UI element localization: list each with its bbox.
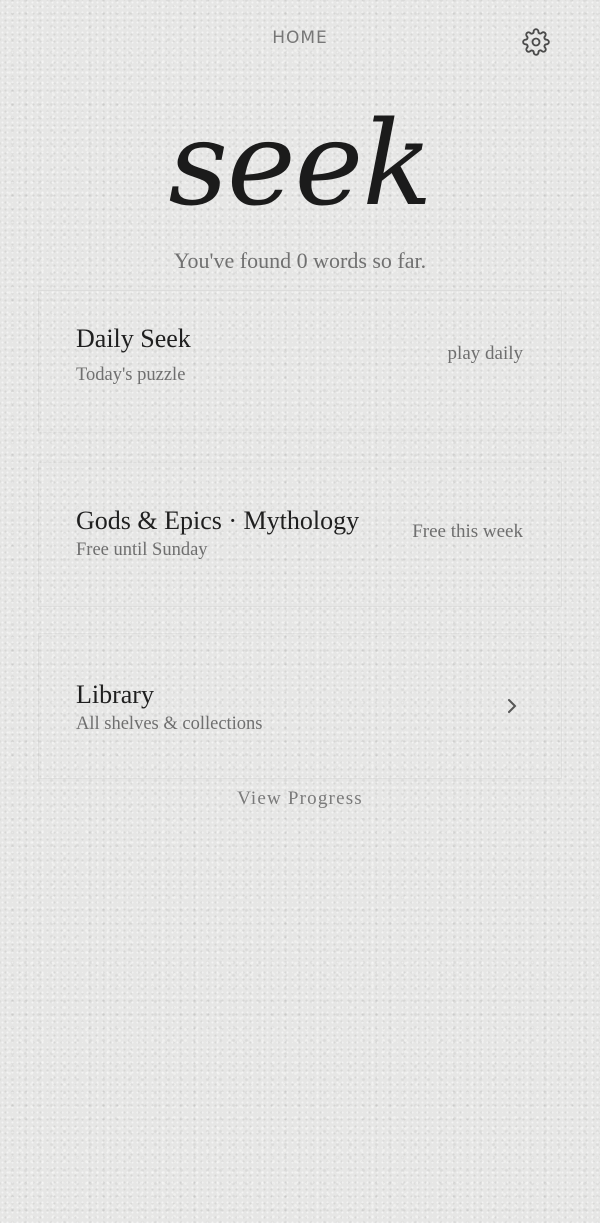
play-daily-label: play daily [447,343,523,364]
daily-seek-card[interactable]: Daily Seek Today's puzzle play daily [38,290,562,433]
featured-pack-title: Gods & Epics · Mythology [76,506,360,535]
daily-seek-subtitle: Today's puzzle [76,365,186,385]
app-logo: seek [168,97,432,232]
featured-pack-subtitle: Free until Sunday [76,540,208,560]
daily-seek-title: Daily Seek [76,324,191,353]
featured-pack-card[interactable]: Gods & Epics · Mythology Free until Sund… [38,462,562,607]
library-title: Library [76,680,154,709]
settings-button[interactable] [516,22,556,62]
gear-icon [522,28,550,56]
chevron-right-icon [508,699,516,713]
words-found-text: You've found 0 words so far. [173,248,427,273]
library-card[interactable]: Library All shelves & collections [38,633,562,779]
view-progress-link[interactable]: View Progress [0,788,600,810]
library-subtitle: All shelves & collections [76,714,263,734]
page-title: HOME [272,28,328,48]
free-this-week-badge: Free this week [412,521,523,542]
